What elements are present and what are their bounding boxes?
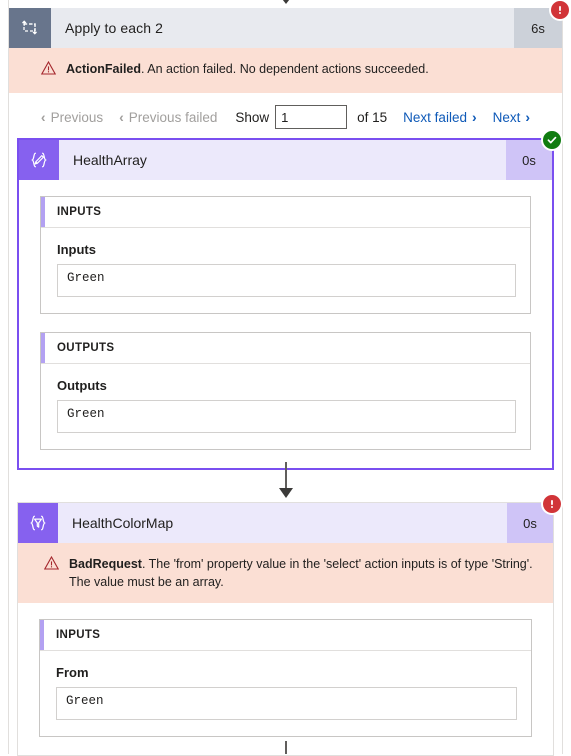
pager-previous-label: Previous <box>50 109 104 125</box>
scope-header-row[interactable]: Apply to each 2 6s <box>9 8 562 48</box>
pager-show-label: Show <box>235 109 270 125</box>
action-status-badge-success <box>541 129 563 151</box>
pager-previous-failed-button[interactable]: ‹ Previous failed <box>111 110 225 125</box>
io-panel-inputs-body: From Green <box>40 651 531 736</box>
iteration-pager: ‹ Previous ‹ Previous failed Show of 15 … <box>9 100 562 134</box>
io-panel-inputs-body: Inputs Green <box>41 228 530 313</box>
io-field-value[interactable]: Green <box>57 264 516 297</box>
chevron-left-icon: ‹ <box>40 109 46 125</box>
action-header-healtharray[interactable]: HealthArray 0s <box>19 140 552 180</box>
chevron-left-icon: ‹ <box>119 109 124 125</box>
action-title: HealthArray <box>73 152 147 168</box>
scope-error-banner: ActionFailed. An action failed. No depen… <box>9 48 562 93</box>
action-card-healthcolormap[interactable]: HealthColorMap 0s BadRequest. The 'from'… <box>17 493 563 756</box>
action-body-healthcolormap: INPUTS From Green <box>18 603 553 755</box>
io-panel-inputs-heading: INPUTS <box>56 629 101 642</box>
io-field-value[interactable]: Green <box>56 687 517 721</box>
scope-error-code: ActionFailed <box>66 62 142 76</box>
action-error-code: BadRequest <box>69 557 142 571</box>
scope-error-message: . An action failed. No dependent actions… <box>141 62 429 76</box>
pager-next-failed-label: Next failed <box>403 109 467 125</box>
io-field-label: Outputs <box>57 378 107 393</box>
warning-triangle-icon <box>40 60 57 81</box>
io-panel-inputs-header[interactable]: INPUTS <box>40 620 531 652</box>
action-body-healtharray: INPUTS Inputs Green OUTPUTS Outputs Gree… <box>19 180 552 468</box>
run-history-canvas: Apply to each 2 6s ActionFailed. An acti… <box>0 0 571 756</box>
io-panel-inputs-heading: INPUTS <box>57 206 102 218</box>
connector-line-2 <box>285 741 287 754</box>
scope-error-text: ActionFailed. An action failed. No depen… <box>66 60 429 78</box>
action-title: HealthColorMap <box>72 515 174 531</box>
pager-page-input[interactable] <box>275 105 348 129</box>
pager-next-failed-button[interactable]: Next failed › <box>395 110 484 125</box>
action-card-healtharray[interactable]: HealthArray 0s INPUTS Inputs Green OUTPU… <box>17 129 563 470</box>
io-field-value[interactable]: Green <box>57 400 516 433</box>
pager-next-label: Next <box>492 109 521 125</box>
pager-previous-failed-label: Previous failed <box>128 109 218 125</box>
action-status-badge-error <box>541 493 563 515</box>
action-header-healthcolormap[interactable]: HealthColorMap 0s <box>18 503 553 543</box>
pager-previous-button[interactable]: ‹ Previous <box>33 110 111 125</box>
action-error-text: BadRequest. The 'from' property value in… <box>69 555 537 591</box>
io-panel-outputs-heading: OUTPUTS <box>57 342 115 354</box>
pager-next-button[interactable]: Next › <box>485 110 538 125</box>
action-error-banner: BadRequest. The 'from' property value in… <box>18 543 553 604</box>
io-panel-inputs-header[interactable]: INPUTS <box>41 197 530 228</box>
io-panel-inputs: INPUTS From Green <box>39 619 532 738</box>
io-panel-outputs-body: Outputs Green <box>41 364 530 449</box>
chevron-right-icon: › <box>525 109 531 125</box>
io-field-label: Inputs <box>57 242 96 257</box>
connector-arrow-into-scope <box>278 0 294 4</box>
pager-of-label: of 15 <box>357 109 388 125</box>
compose-braces-pencil-icon <box>19 140 59 180</box>
apply-to-each-loop-icon <box>9 8 51 48</box>
chevron-right-icon: › <box>471 109 477 125</box>
io-panel-inputs: INPUTS Inputs Green <box>40 196 531 314</box>
io-field-label: From <box>56 665 89 681</box>
io-panel-outputs: OUTPUTS Outputs Green <box>40 332 531 450</box>
io-panel-outputs-header[interactable]: OUTPUTS <box>41 333 530 364</box>
scope-status-badge-error <box>549 0 571 21</box>
scope-title: Apply to each 2 <box>65 20 164 36</box>
warning-triangle-icon <box>43 555 60 576</box>
scope-apply-to-each[interactable]: Apply to each 2 6s ActionFailed. An acti… <box>9 0 571 93</box>
canvas-right-rail <box>562 0 563 754</box>
select-braces-funnel-icon <box>18 503 58 543</box>
connector-arrow-1 <box>278 488 294 498</box>
